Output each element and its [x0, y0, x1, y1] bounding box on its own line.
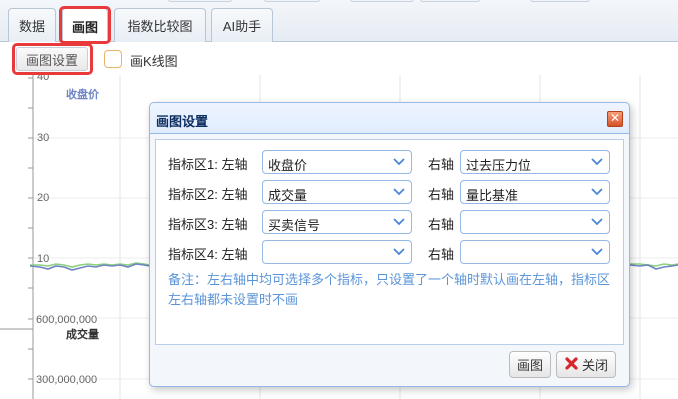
tab-index-compare-label: 指数比较图 — [127, 19, 193, 34]
chart-settings-button[interactable]: 画图设置 — [16, 47, 88, 71]
draw-button-label: 画图 — [516, 358, 543, 373]
select-value: 过去压力位 — [466, 158, 532, 173]
indicator-row-label: 指标区4: 左轴 — [168, 247, 248, 262]
right-axis-label: 右轴 — [428, 247, 455, 262]
right-axis-select-2[interactable]: 量比基准 — [460, 180, 610, 204]
dialog-footer: 画图 关闭 — [150, 345, 629, 387]
draw-button[interactable]: 画图 — [509, 351, 551, 378]
price-tick-label: 40 — [37, 75, 49, 83]
price-tick-label: 10 — [37, 253, 49, 265]
indicator-row-2: 指标区2: 左轴 成交量 右轴 量比基准 — [156, 180, 623, 206]
volume-tick-label: 300,000,000 — [36, 374, 97, 386]
price-tick-label: 20 — [37, 192, 49, 204]
tab-strip-top-ghost — [350, 0, 414, 2]
left-axis-select-4[interactable] — [262, 240, 412, 264]
dialog-header: 画图设置 ✕ — [150, 103, 629, 134]
right-axis-label: 右轴 — [428, 187, 455, 202]
chevron-down-icon — [585, 241, 609, 263]
indicator-row-1: 指标区1: 左轴 收盘价 右轴 过去压力位 — [156, 150, 623, 176]
tab-ai-assistant[interactable]: AI助手 — [211, 8, 273, 42]
dialog-title: 画图设置 — [156, 114, 209, 129]
dialog-note: 备注：左右轴中均可选择多个指标，只设置了一个轴时默认画在左轴，指标区左右轴都未设… — [168, 272, 611, 307]
chevron-down-icon — [387, 211, 411, 233]
chevron-down-icon — [585, 181, 609, 203]
left-axis-select-3[interactable]: 买卖信号 — [262, 210, 412, 234]
price-tick-label: 30 — [37, 132, 49, 144]
tab-index-compare[interactable]: 指数比较图 — [114, 8, 206, 42]
chevron-down-icon — [387, 241, 411, 263]
select-value: 成交量 — [268, 188, 308, 203]
close-icon — [564, 356, 579, 374]
tab-data-label: 数据 — [18, 19, 45, 34]
chevron-down-icon — [585, 151, 609, 173]
select-value: 收盘价 — [268, 158, 308, 173]
tab-chart[interactable]: 画图 — [62, 8, 108, 43]
left-axis-select-2[interactable]: 成交量 — [262, 180, 412, 204]
indicator-row-3: 指标区3: 左轴 买卖信号 右轴 — [156, 210, 623, 236]
tab-data[interactable]: 数据 — [8, 8, 56, 42]
kline-checkbox-label: 画K线图 — [130, 54, 178, 69]
right-axis-select-1[interactable]: 过去压力位 — [460, 150, 610, 174]
kline-checkbox[interactable] — [104, 50, 122, 68]
indicator-row-4: 指标区4: 左轴 右轴 — [156, 240, 623, 266]
close-button[interactable]: 关闭 — [556, 351, 616, 378]
select-value: 买卖信号 — [268, 218, 321, 233]
chevron-down-icon — [387, 151, 411, 173]
right-axis-label: 右轴 — [428, 217, 455, 232]
right-axis-select-3[interactable] — [460, 210, 610, 234]
tab-strip-top-ghost — [530, 0, 590, 2]
chart-settings-dialog: 画图设置 ✕ 指标区1: 左轴 收盘价 右轴 过去压力位 指标区2: 左轴 成交… — [149, 102, 630, 387]
chevron-down-icon — [585, 211, 609, 233]
volume-panel-title: 成交量 — [66, 327, 99, 341]
right-axis-label: 右轴 — [428, 157, 455, 172]
chart-settings-button-label: 画图设置 — [25, 52, 78, 68]
left-axis-select-1[interactable]: 收盘价 — [262, 150, 412, 174]
tab-ai-assistant-label: AI助手 — [222, 19, 262, 34]
close-button-label: 关闭 — [581, 358, 608, 373]
chart-toolbar: 画图设置 画K线图 — [0, 43, 678, 75]
price-panel-title: 收盘价 — [66, 87, 100, 101]
tab-strip-top-ghost — [264, 0, 320, 2]
tab-chart-label: 画图 — [71, 19, 98, 35]
select-value: 量比基准 — [466, 188, 519, 203]
chevron-down-icon — [387, 181, 411, 203]
dialog-close-icon[interactable]: ✕ — [607, 111, 623, 127]
indicator-row-label: 指标区1: 左轴 — [168, 157, 248, 172]
tab-strip-top-ghost — [420, 0, 480, 2]
tab-strip: 数据 画图 指数比较图 AI助手 — [0, 0, 678, 43]
indicator-row-label: 指标区2: 左轴 — [168, 187, 248, 202]
dialog-body: 指标区1: 左轴 收盘价 右轴 过去压力位 指标区2: 左轴 成交量 右轴 量比… — [155, 139, 624, 345]
right-axis-select-4[interactable] — [460, 240, 610, 264]
tab-strip-top-ghost — [168, 0, 232, 2]
volume-tick-label: 600,000,000 — [36, 314, 97, 326]
indicator-row-label: 指标区3: 左轴 — [168, 217, 248, 232]
